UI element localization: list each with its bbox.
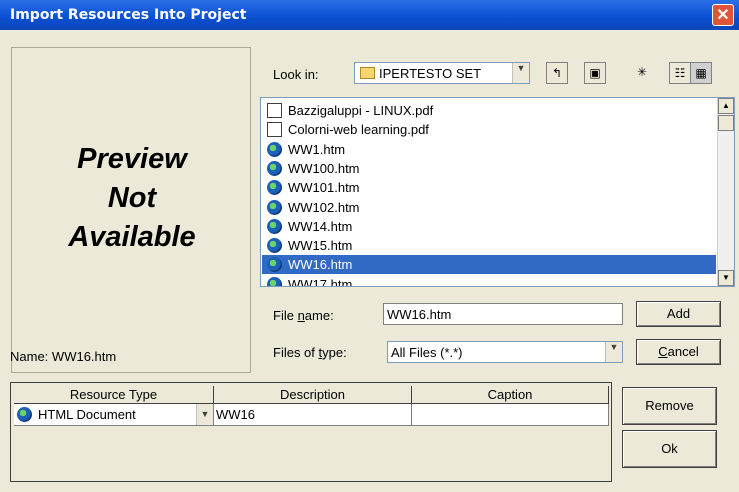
description-value: WW16	[216, 407, 255, 422]
files-of-type-value: All Files (*.*)	[391, 345, 463, 360]
folder-icon	[360, 67, 375, 79]
desktop-icon[interactable]: ▣	[584, 62, 606, 84]
globe-icon	[267, 199, 282, 215]
look-in-combo[interactable]: IPERTESTO SET ▼	[354, 62, 530, 84]
globe-icon	[267, 257, 282, 273]
description-cell[interactable]: WW16	[214, 404, 412, 426]
resource-type-cell[interactable]: HTML Document ▼	[14, 404, 214, 426]
ok-button[interactable]: Ok	[622, 430, 717, 468]
preview-message: Preview Not Available	[68, 143, 196, 253]
list-view-icon[interactable]: ☷	[669, 62, 691, 84]
file-item-label: WW102.htm	[288, 199, 360, 215]
file-name-value: WW16.htm	[387, 307, 452, 322]
file-item[interactable]: Bazzigaluppi - LINUX.pdf	[264, 101, 433, 120]
column-header-description[interactable]: Description	[214, 386, 412, 404]
file-item[interactable]: WW102.htm	[264, 198, 360, 217]
files-of-type-label: Files of type:	[273, 345, 347, 360]
details-view-icon[interactable]: ▦	[690, 62, 712, 84]
chevron-down-icon[interactable]: ▼	[605, 342, 622, 362]
file-item-label: WW101.htm	[288, 180, 360, 196]
file-item[interactable]: WW100.htm	[264, 159, 360, 178]
look-in-label: Look in:	[273, 67, 319, 82]
globe-icon	[267, 180, 282, 196]
file-list-scrollbar[interactable]: ▲ ▼	[717, 98, 734, 286]
file-item-label: WW1.htm	[288, 141, 346, 157]
file-item-label: WW16.htm	[288, 257, 353, 273]
scroll-up-icon[interactable]: ▲	[718, 98, 734, 114]
globe-icon	[267, 160, 282, 176]
cancel-button[interactable]: Cancel	[636, 339, 721, 365]
file-item[interactable]: WW15.htm	[264, 236, 352, 255]
add-button[interactable]: Add	[636, 301, 721, 327]
file-item-label: WW15.htm	[288, 238, 353, 254]
file-item-label: Bazzigaluppi - LINUX.pdf	[288, 103, 434, 118]
caption-cell[interactable]	[412, 404, 609, 426]
file-item[interactable]: WW16.htm	[262, 255, 716, 275]
pdf-icon	[267, 122, 282, 138]
file-item-label: WW14.htm	[288, 218, 353, 234]
files-of-type-select[interactable]: All Files (*.*) ▼	[387, 341, 623, 363]
pdf-icon	[267, 103, 282, 118]
chevron-down-icon[interactable]: ▼	[512, 63, 529, 83]
import-resources-dialog: Import Resources Into Project ✕ Preview …	[0, 0, 739, 492]
file-item-label: WW100.htm	[288, 160, 360, 176]
folder-up-icon[interactable]: ↰	[546, 62, 568, 84]
file-item-label: WW17.htm	[288, 276, 353, 287]
file-name-input[interactable]: WW16.htm	[383, 303, 623, 325]
file-item[interactable]: Colorni-web learning.pdf	[264, 120, 429, 139]
preview-name: Name: WW16.htm	[10, 349, 116, 364]
preview-pane: Preview Not Available	[11, 47, 251, 373]
window-title: Import Resources Into Project	[10, 7, 247, 23]
resource-type-value: HTML Document	[38, 407, 136, 422]
globe-icon	[267, 218, 282, 234]
globe-icon	[17, 407, 32, 422]
globe-icon	[267, 276, 282, 286]
chevron-down-icon[interactable]: ▼	[196, 404, 213, 425]
remove-button[interactable]: Remove	[622, 387, 717, 425]
globe-icon	[267, 141, 282, 157]
file-item[interactable]: WW1.htm	[264, 140, 345, 159]
column-header-caption[interactable]: Caption	[412, 386, 609, 404]
scroll-down-icon[interactable]: ▼	[718, 270, 734, 286]
file-item[interactable]: WW14.htm	[264, 217, 352, 236]
preview-name-value: WW16.htm	[51, 349, 117, 364]
file-item[interactable]: WW17.htm	[264, 275, 353, 287]
look-in-value: IPERTESTO SET	[379, 66, 482, 81]
column-header-resource-type[interactable]: Resource Type	[14, 386, 214, 404]
scroll-thumb[interactable]	[718, 115, 734, 131]
preview-name-label: Name:	[10, 349, 49, 364]
file-item-label: Colorni-web learning.pdf	[288, 122, 429, 138]
resources-grid[interactable]: Resource Type Description Caption HTML D…	[10, 382, 612, 482]
title-bar[interactable]: Import Resources Into Project ✕	[0, 0, 739, 30]
globe-icon	[267, 238, 282, 254]
file-item[interactable]: WW101.htm	[264, 178, 360, 197]
file-name-label: File name:	[273, 308, 334, 323]
new-folder-icon[interactable]: ✳	[631, 62, 653, 84]
file-list[interactable]: Bazzigaluppi - LINUX.pdf Colorni-web lear…	[260, 97, 735, 287]
close-icon[interactable]: ✕	[712, 4, 734, 26]
